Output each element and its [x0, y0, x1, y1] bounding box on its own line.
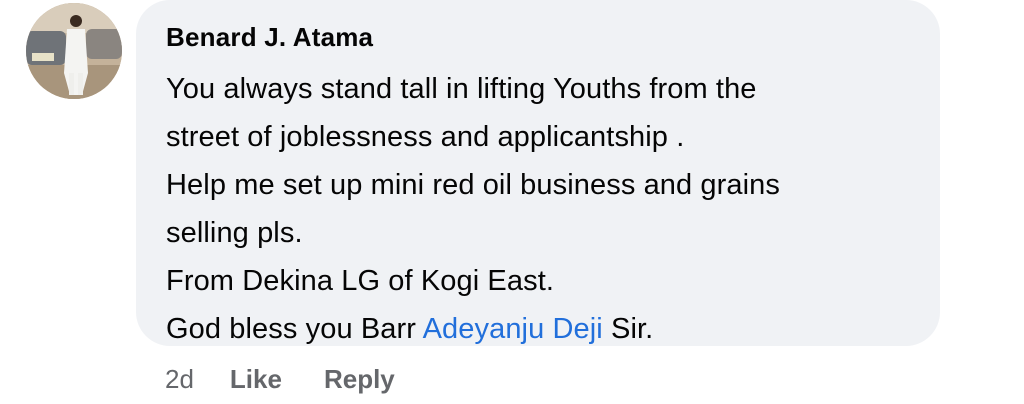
like-button[interactable]: Like: [230, 364, 282, 395]
mention-link[interactable]: Adeyanju Deji: [423, 313, 603, 345]
comment-text-line-4: selling pls.: [166, 217, 303, 249]
comment-text-line-2: street of joblessness and applicantship …: [166, 121, 685, 153]
comment-text-line-1: You always stand tall in lifting Youths …: [166, 73, 757, 105]
comment-actions: 2d Like Reply: [165, 360, 437, 398]
comment-text-line-6: God bless you Barr Adeyanju Deji Sir.: [166, 305, 916, 353]
comment-text-line-5: From Dekina LG of Kogi East.: [166, 265, 555, 297]
timestamp[interactable]: 2d: [165, 364, 194, 395]
avatar[interactable]: [26, 3, 122, 99]
comment-bubble: Benard J. Atama You always stand tall in…: [136, 0, 940, 346]
author-name[interactable]: Benard J. Atama: [166, 21, 916, 53]
comment-text-line-3: Help me set up mini red oil business and…: [166, 169, 781, 201]
avatar-photo: [26, 3, 122, 99]
comment-text-prefix: God bless you Barr: [166, 313, 423, 345]
comment: Benard J. Atama You always stand tall in…: [0, 0, 1024, 404]
reply-button[interactable]: Reply: [324, 364, 395, 395]
comment-text-suffix: Sir.: [602, 313, 654, 345]
